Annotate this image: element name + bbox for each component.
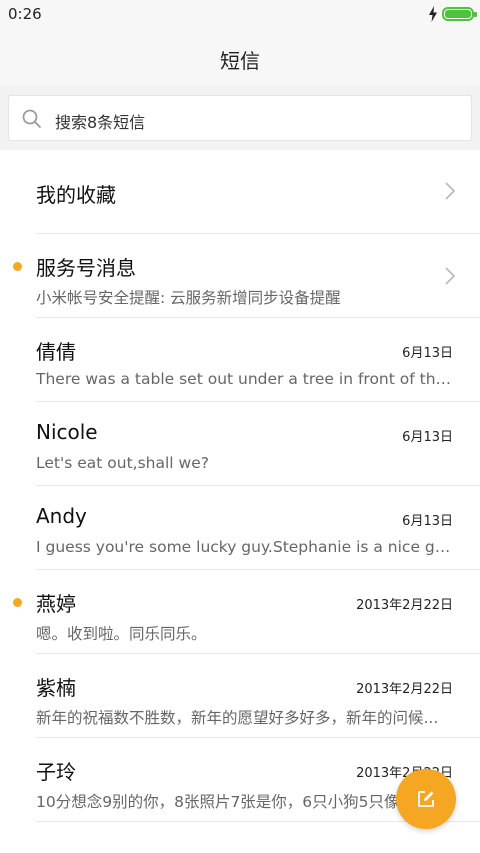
service-title: 服务号消息: [36, 256, 136, 280]
unread-dot: [13, 262, 22, 271]
status-bar: 0:26: [0, 0, 480, 28]
message-date: 6月13日: [402, 430, 453, 445]
service-preview: 小米帐号安全提醒: 云服务新增同步设备提醒: [36, 289, 341, 307]
conversation-list: 我的收藏 服务号消息 小米帐号安全提醒: 云服务新增同步设备提醒 倩倩 6月13…: [0, 150, 480, 822]
battery-icon: [442, 7, 477, 21]
message-date: 2013年2月22日: [356, 598, 453, 613]
service-messages-row[interactable]: 服务号消息 小米帐号安全提醒: 云服务新增同步设备提醒: [13, 234, 480, 318]
message-date: 6月13日: [402, 514, 453, 529]
contact-name: 燕婷: [36, 592, 76, 616]
message-preview: Let's eat out,shall we?: [36, 454, 209, 472]
charging-icon: [429, 6, 437, 22]
battery-level: [445, 10, 471, 18]
sms-screen: 0:26 短信 搜索8条短信 我的收藏 服务号消息 小米帐号安全提醒: 云服务新…: [0, 0, 480, 853]
contact-name: Nicole: [36, 420, 98, 444]
search-area: 搜索8条短信: [0, 86, 480, 150]
favorites-row[interactable]: 我的收藏: [36, 150, 480, 234]
conversation-row[interactable]: Andy 6月13日 I guess you're some lucky guy…: [36, 486, 480, 570]
title-bar: 短信: [0, 28, 480, 86]
chevron-right-icon: [445, 267, 456, 285]
status-time: 0:26: [8, 5, 42, 23]
contact-name: 紫楠: [36, 676, 76, 700]
battery-cap: [474, 12, 477, 17]
message-preview: 嗯。收到啦。同乐同乐。: [36, 625, 207, 643]
search-icon: [22, 109, 41, 128]
unread-dot: [13, 598, 22, 607]
message-preview: 新年的祝福数不胜数，新年的愿望好多好多，新年的问候...: [36, 709, 439, 727]
conversation-row[interactable]: 燕婷 2013年2月22日 嗯。收到啦。同乐同乐。: [13, 570, 480, 654]
search-input[interactable]: 搜索8条短信: [8, 95, 472, 141]
message-preview: There was a table set out under a tree i…: [36, 370, 452, 388]
compose-icon: [418, 791, 434, 807]
conversation-row[interactable]: 倩倩 6月13日 There was a table set out under…: [36, 318, 480, 402]
contact-name: Andy: [36, 504, 87, 528]
chevron-right-icon: [445, 182, 456, 200]
contact-name: 子玲: [36, 760, 76, 784]
contact-name: 倩倩: [36, 340, 76, 364]
conversation-row[interactable]: Nicole 6月13日 Let's eat out,shall we?: [36, 402, 480, 486]
favorites-label: 我的收藏: [36, 183, 116, 207]
page-title: 短信: [220, 49, 260, 73]
message-date: 6月13日: [402, 346, 453, 361]
message-date: 2013年2月22日: [356, 682, 453, 697]
message-preview: I guess you're some lucky guy.Stephanie …: [36, 538, 452, 556]
search-placeholder: 搜索8条短信: [55, 113, 146, 132]
message-preview: 10分想念9别的你，8张照片7张是你，6只小狗5只像你: [36, 793, 416, 811]
compose-button[interactable]: [396, 769, 456, 829]
conversation-row[interactable]: 紫楠 2013年2月22日 新年的祝福数不胜数，新年的愿望好多好多，新年的问候.…: [36, 654, 480, 738]
